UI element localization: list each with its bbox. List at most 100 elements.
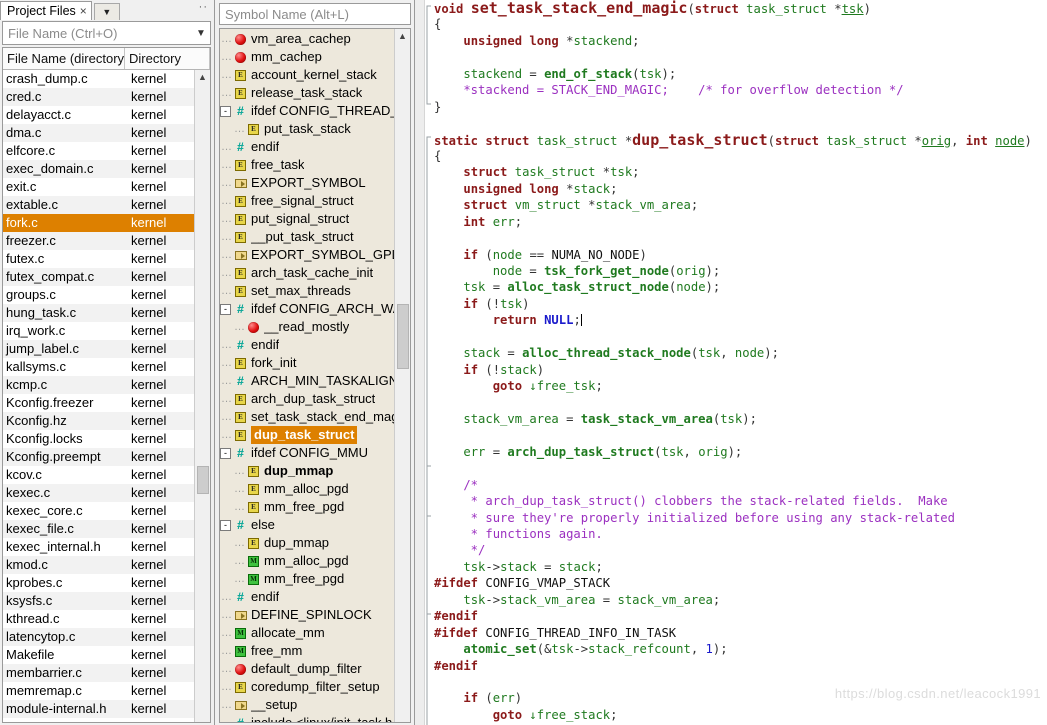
table-row[interactable]: kcmp.c kernel bbox=[3, 376, 194, 394]
symbol-tree-item[interactable]: - # else bbox=[220, 516, 394, 534]
symbol-name-search-input[interactable]: Symbol Name (Alt+L) bbox=[220, 7, 349, 22]
tab-project-files[interactable]: Project Files × bbox=[0, 1, 92, 20]
table-row[interactable]: kexec_core.c kernel bbox=[3, 502, 194, 520]
file-list-scroll-thumb[interactable] bbox=[197, 466, 209, 494]
symbol-tree-item[interactable]: … __read_mostly bbox=[220, 318, 394, 336]
table-row[interactable]: Kconfig.locks kernel bbox=[3, 430, 194, 448]
symbol-tree-item[interactable]: … EXPORT_SYMBOL bbox=[220, 174, 394, 192]
symbol-tree-scrollbar[interactable]: ▲ bbox=[394, 29, 410, 722]
table-row[interactable]: latencytop.c kernel bbox=[3, 628, 194, 646]
symbol-tree-item[interactable]: … Earch_dup_task_struct bbox=[220, 390, 394, 408]
table-row[interactable]: futex_compat.c kernel bbox=[3, 268, 194, 286]
symbol-tree-item[interactable]: … Mmm_alloc_pgd bbox=[220, 552, 394, 570]
symbol-tree-item[interactable]: … default_dump_filter bbox=[220, 660, 394, 678]
file-name-search[interactable]: File Name (Ctrl+O) ▼ bbox=[2, 21, 211, 45]
symbol-tree-item[interactable]: - # ifdef CONFIG_THREAD_ bbox=[220, 102, 394, 120]
code-editor[interactable]: void set_task_stack_end_magic(struct tas… bbox=[415, 0, 1047, 725]
table-row[interactable]: kcov.c kernel bbox=[3, 466, 194, 484]
symbol-tree-item[interactable]: … Edup_task_struct bbox=[220, 426, 394, 444]
tree-collapse-icon[interactable]: - bbox=[220, 519, 231, 531]
symbol-tree-item[interactable]: … DEFINE_SPINLOCK bbox=[220, 606, 394, 624]
symbol-tree-item[interactable]: … mm_cachep bbox=[220, 48, 394, 66]
table-row[interactable]: jump_label.c kernel bbox=[3, 340, 194, 358]
symbol-tree-item[interactable]: … Edup_mmap bbox=[220, 534, 394, 552]
symbol-tree-item[interactable]: … Eput_signal_struct bbox=[220, 210, 394, 228]
symbol-tree-item[interactable]: … Mmm_free_pgd bbox=[220, 570, 394, 588]
symbol-tree-item[interactable]: … Mfree_mm bbox=[220, 642, 394, 660]
table-row[interactable]: ksysfs.c kernel bbox=[3, 592, 194, 610]
symbol-tree-item[interactable]: … # ARCH_MIN_TASKALIGN bbox=[220, 372, 394, 390]
symbol-tree-item[interactable]: … Emm_alloc_pgd bbox=[220, 480, 394, 498]
panel-overflow-icon[interactable]: ·· bbox=[199, 1, 208, 13]
editor-fold-column[interactable] bbox=[425, 0, 434, 725]
symbol-tree-item[interactable]: … __setup bbox=[220, 696, 394, 714]
table-row[interactable]: futex.c kernel bbox=[3, 250, 194, 268]
close-icon[interactable]: × bbox=[80, 2, 87, 20]
symbol-tree-item[interactable]: … Eset_task_stack_end_mag bbox=[220, 408, 394, 426]
table-row[interactable]: elfcore.c kernel bbox=[3, 142, 194, 160]
symbol-name-search[interactable]: Symbol Name (Alt+L) bbox=[219, 3, 411, 25]
table-row[interactable]: dma.c kernel bbox=[3, 124, 194, 142]
symbol-tree-item[interactable]: … Efree_signal_struct bbox=[220, 192, 394, 210]
tree-collapse-icon[interactable]: - bbox=[220, 447, 231, 459]
symbol-tree-item[interactable]: … Earch_task_cache_init bbox=[220, 264, 394, 282]
table-row[interactable]: kallsyms.c kernel bbox=[3, 358, 194, 376]
table-row[interactable]: crash_dump.c kernel bbox=[3, 70, 194, 88]
symbol-tree-item[interactable]: … Mallocate_mm bbox=[220, 624, 394, 642]
chevron-down-icon[interactable]: ▼ bbox=[192, 28, 210, 39]
table-row[interactable]: extable.c kernel bbox=[3, 196, 194, 214]
symbol-tree-item[interactable]: … E __put_task_struct bbox=[220, 228, 394, 246]
symbol-tree-item[interactable]: … Ecoredump_filter_setup bbox=[220, 678, 394, 696]
symbol-tree-item[interactable]: … Erelease_task_stack bbox=[220, 84, 394, 102]
symbol-tree-item[interactable]: …#include <linux/init_task.h bbox=[220, 714, 394, 722]
symbol-tree-item[interactable]: … EXPORT_SYMBOL_GPL bbox=[220, 246, 394, 264]
tree-collapse-icon[interactable]: - bbox=[220, 303, 231, 315]
table-row[interactable]: kexec_internal.h kernel bbox=[3, 538, 194, 556]
column-header-file-name[interactable]: File Name (directory) bbox=[3, 48, 125, 69]
table-row[interactable]: cred.c kernel bbox=[3, 88, 194, 106]
tree-collapse-icon[interactable]: - bbox=[220, 105, 231, 117]
file-list-scrollbar[interactable]: ▲ bbox=[194, 70, 210, 722]
table-row[interactable]: groups.c kernel bbox=[3, 286, 194, 304]
table-row[interactable]: kexec_file.c kernel bbox=[3, 520, 194, 538]
symbol-tree-scroll-thumb[interactable] bbox=[397, 304, 409, 369]
table-row[interactable]: module-internal.h kernel bbox=[3, 700, 194, 718]
file-name-search-input[interactable]: File Name (Ctrl+O) bbox=[3, 26, 192, 41]
symbol-tree-item[interactable]: … Efork_init bbox=[220, 354, 394, 372]
table-row[interactable]: delayacct.c kernel bbox=[3, 106, 194, 124]
table-row[interactable]: kexec.c kernel bbox=[3, 484, 194, 502]
symbol-tree-item[interactable]: … vm_area_cachep bbox=[220, 30, 394, 48]
scroll-up-arrow-icon[interactable]: ▲ bbox=[395, 29, 410, 44]
directory-cell: kernel bbox=[131, 215, 167, 230]
tab-list-dropdown-button[interactable]: ▼ bbox=[93, 3, 120, 20]
symbol-tree-item[interactable]: … Emm_free_pgd bbox=[220, 498, 394, 516]
scroll-up-arrow-icon[interactable]: ▲ bbox=[195, 70, 210, 85]
symbol-tree-item[interactable]: … Edup_mmap bbox=[220, 462, 394, 480]
table-row[interactable]: Makefile kernel bbox=[3, 646, 194, 664]
table-row[interactable]: hung_task.c kernel bbox=[3, 304, 194, 322]
table-row[interactable]: Kconfig.preempt kernel bbox=[3, 448, 194, 466]
table-row[interactable]: exec_domain.c kernel bbox=[3, 160, 194, 178]
table-row[interactable]: Kconfig.hz kernel bbox=[3, 412, 194, 430]
table-row[interactable]: kmod.c kernel bbox=[3, 556, 194, 574]
symbol-tree-item[interactable]: - # ifdef CONFIG_ARCH_WA bbox=[220, 300, 394, 318]
table-row[interactable]: kthread.c kernel bbox=[3, 610, 194, 628]
editor-code-text[interactable]: void set_task_stack_end_magic(struct tas… bbox=[434, 0, 1047, 725]
table-row[interactable]: kprobes.c kernel bbox=[3, 574, 194, 592]
table-row[interactable]: fork.c kernel bbox=[3, 214, 194, 232]
symbol-tree-item[interactable]: - # ifdef CONFIG_MMU bbox=[220, 444, 394, 462]
symbol-tree-item[interactable]: … Eaccount_kernel_stack bbox=[220, 66, 394, 84]
symbol-tree-item[interactable]: … # endif bbox=[220, 138, 394, 156]
table-row[interactable]: exit.c kernel bbox=[3, 178, 194, 196]
symbol-tree-item[interactable]: … # endif bbox=[220, 588, 394, 606]
symbol-tree-item[interactable]: … Eput_task_stack bbox=[220, 120, 394, 138]
symbol-tree-item[interactable]: … Eset_max_threads bbox=[220, 282, 394, 300]
table-row[interactable]: membarrier.c kernel bbox=[3, 664, 194, 682]
symbol-tree-item[interactable]: … Efree_task bbox=[220, 156, 394, 174]
symbol-tree-item[interactable]: … # endif bbox=[220, 336, 394, 354]
table-row[interactable]: memremap.c kernel bbox=[3, 682, 194, 700]
table-row[interactable]: irq_work.c kernel bbox=[3, 322, 194, 340]
table-row[interactable]: Kconfig.freezer kernel bbox=[3, 394, 194, 412]
column-header-directory[interactable]: Directory bbox=[125, 48, 210, 69]
table-row[interactable]: freezer.c kernel bbox=[3, 232, 194, 250]
